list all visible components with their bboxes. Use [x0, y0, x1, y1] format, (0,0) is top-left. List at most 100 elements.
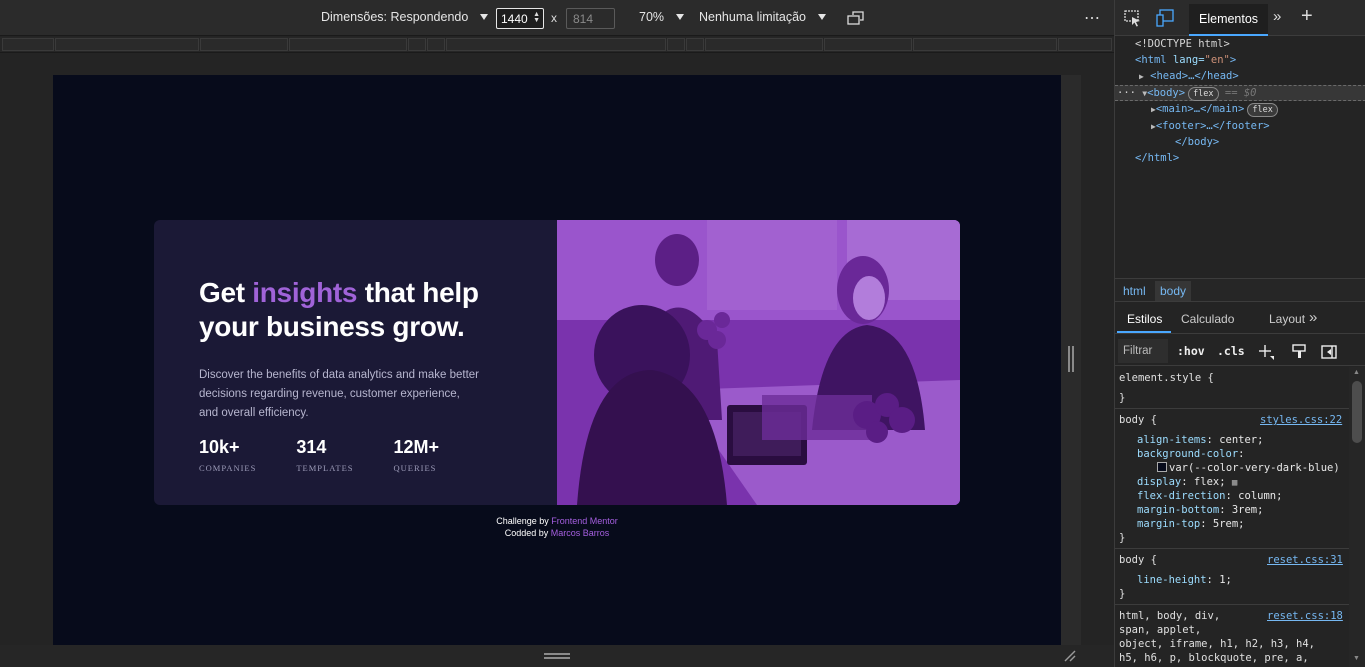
expand-triangle-icon: ▶	[1139, 72, 1144, 81]
css-property[interactable]: margin-bottom: 3rem;	[1137, 503, 1263, 517]
ruler-segment[interactable]	[200, 38, 288, 51]
tab-styles[interactable]: Estilos	[1127, 312, 1162, 326]
rule-reset-selector[interactable]: span, applet,	[1119, 623, 1201, 637]
color-swatch[interactable]	[1157, 462, 1167, 472]
ruler-segment[interactable]	[705, 38, 823, 51]
stat-templates: 314 TEMPLATES	[296, 437, 353, 473]
css-property[interactable]: background-color:	[1137, 447, 1244, 461]
node-actions-icon: ···	[1117, 87, 1136, 99]
resize-corner-icon[interactable]	[1064, 650, 1076, 662]
height-value: 814	[573, 12, 594, 26]
more-tabs-icon[interactable]: »	[1273, 8, 1281, 25]
rule-divider	[1115, 604, 1349, 605]
device-toggle-icon[interactable]	[1155, 9, 1175, 27]
more-options-icon[interactable]: ⋯	[1084, 8, 1101, 28]
dom-body-close[interactable]: </body>	[1175, 134, 1219, 150]
rule-source-link[interactable]: reset.css:18	[1267, 609, 1343, 623]
ruler-segment[interactable]	[667, 38, 685, 51]
css-property[interactable]: display: flex; ▦	[1137, 475, 1237, 489]
rule-divider	[1115, 408, 1349, 409]
devtools-tab-bar: Elementos » +	[1115, 0, 1365, 36]
add-tab-icon[interactable]: +	[1301, 5, 1313, 28]
css-var-value[interactable]: var(--color-very-dark-blue)	[1157, 461, 1340, 475]
scrollbar-thumb[interactable]	[1352, 381, 1362, 443]
headline-line1-end: that help	[357, 277, 479, 308]
element-style-selector[interactable]: element.style {	[1119, 371, 1214, 385]
scroll-up-icon[interactable]: ▲	[1353, 369, 1360, 376]
flex-badge[interactable]: flex	[1247, 103, 1278, 117]
dom-body-selected[interactable]: ··· ▼<body> flex == $0	[1117, 85, 1256, 101]
card-headline: Get insights that help your business grow…	[199, 276, 517, 344]
ruler-segment[interactable]	[427, 38, 445, 51]
card-description: Discover the benefits of data analytics …	[199, 369, 479, 419]
rule-reset-selector[interactable]: h5, h6, p, blockquote, pre, a,	[1119, 651, 1309, 665]
dom-head[interactable]: ▶ <head>…</head>	[1139, 68, 1239, 84]
resize-handle-right[interactable]	[1068, 346, 1074, 372]
hover-state-toggle[interactable]: :hov	[1177, 344, 1205, 358]
coded-line: Codded by Marcos Barros	[53, 527, 1061, 539]
device-toolbar: Dimensões: Respondendo 1440 ▲ ▼ x 814 70%…	[0, 0, 1114, 36]
breadcrumb-html[interactable]: html	[1118, 284, 1151, 298]
stat-value: 314	[296, 437, 327, 457]
ruler-segment[interactable]	[55, 38, 199, 51]
zoom-dropdown[interactable]: 70%	[639, 10, 685, 24]
inspect-element-icon[interactable]	[1123, 9, 1143, 27]
author-link[interactable]: Marcos Barros	[551, 528, 610, 538]
rule-reset-selector[interactable]: html, body, div,	[1119, 609, 1220, 623]
height-input[interactable]: 814	[566, 8, 615, 29]
stat-value: 12M+	[393, 437, 440, 457]
throttle-dropdown[interactable]: Nenhuma limitação	[699, 10, 826, 24]
tab-computed[interactable]: Calculado	[1181, 312, 1234, 326]
css-property[interactable]: flex-direction: column;	[1137, 489, 1282, 503]
dom-html-close[interactable]: </html>	[1135, 150, 1179, 166]
headline-start: Get	[199, 277, 253, 308]
rule-reset-selector[interactable]: object, iframe, h1, h2, h3, h4,	[1119, 637, 1315, 651]
styles-filter-input[interactable]: Filtrar	[1118, 339, 1168, 363]
dom-html-open[interactable]: <html lang="en">	[1135, 52, 1236, 68]
rotate-device-icon[interactable]	[847, 11, 865, 25]
zoom-value: 70%	[639, 10, 665, 24]
class-toggle[interactable]: .cls	[1217, 344, 1245, 358]
width-input[interactable]: 1440 ▲ ▼	[496, 8, 544, 29]
breadcrumb: html body	[1115, 278, 1365, 302]
ruler-segment[interactable]	[289, 38, 407, 51]
toggle-sidebar-icon[interactable]	[1321, 344, 1337, 360]
dom-doctype[interactable]: <!DOCTYPE html>	[1135, 36, 1230, 52]
office-photo	[557, 220, 960, 505]
css-property[interactable]: line-height: 1;	[1137, 573, 1232, 587]
styles-scrollbar[interactable]: ▲ ▼	[1349, 367, 1365, 667]
ruler-segment[interactable]	[686, 38, 704, 51]
tab-elements[interactable]: Elementos	[1189, 4, 1269, 36]
spinner-icon[interactable]: ▲ ▼	[533, 11, 540, 24]
rule-source-link[interactable]: reset.css:31	[1267, 553, 1343, 567]
breadcrumb-body[interactable]: body	[1155, 281, 1192, 301]
dimensions-dropdown[interactable]: Dimensões: Respondendo	[321, 10, 489, 24]
dom-footer[interactable]: ▶<footer>…</footer>	[1151, 118, 1270, 134]
headline-line2: your business grow.	[199, 311, 465, 342]
paint-brush-icon[interactable]	[1291, 344, 1307, 360]
more-style-tabs-icon[interactable]: »	[1309, 309, 1317, 326]
ruler-segment[interactable]	[2, 38, 54, 51]
dom-main[interactable]: ▶<main>…</main> flex	[1151, 101, 1278, 117]
ruler-segment[interactable]	[446, 38, 666, 51]
frontend-mentor-link[interactable]: Frontend Mentor	[551, 516, 618, 526]
ruler-segment[interactable]	[913, 38, 1057, 51]
rule-body-selector[interactable]: body {	[1119, 413, 1157, 427]
throttle-value: Nenhuma limitação	[699, 10, 806, 24]
attribution-footer: Challenge by Frontend Mentor Codded by M…	[53, 515, 1061, 539]
resize-handle-bottom[interactable]	[544, 653, 570, 659]
rule-source-link[interactable]: styles.css:22	[1260, 413, 1342, 427]
css-property[interactable]: align-items: center;	[1137, 433, 1263, 447]
scroll-down-icon[interactable]: ▼	[1353, 655, 1360, 662]
styles-tab-bar: Estilos Calculado Layout »	[1115, 304, 1365, 334]
ruler-segment[interactable]	[824, 38, 912, 51]
ruler-segment[interactable]	[1058, 38, 1112, 51]
ruler-segment[interactable]	[408, 38, 426, 51]
new-rule-icon[interactable]	[1257, 343, 1275, 361]
flex-badge[interactable]: flex	[1188, 87, 1219, 101]
css-property[interactable]: margin-top: 5rem;	[1137, 517, 1244, 531]
rule-body-selector[interactable]: body {	[1119, 553, 1157, 567]
stat-companies: 10k+ COMPANIES	[199, 437, 256, 473]
tab-layout[interactable]: Layout	[1269, 312, 1305, 326]
browser-window: Dimensões: Respondendo 1440 ▲ ▼ x 814 70%…	[0, 0, 1365, 667]
